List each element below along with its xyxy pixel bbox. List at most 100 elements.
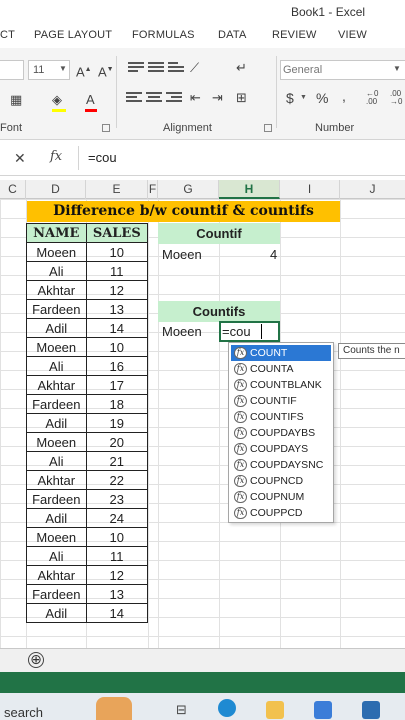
- table-cell-sales[interactable]: 22: [85, 470, 149, 490]
- table-cell-name[interactable]: Moeen: [26, 527, 87, 547]
- table-cell-sales[interactable]: 18: [85, 394, 149, 414]
- task-view-icon[interactable]: ⊟: [176, 702, 187, 718]
- comma-style-icon[interactable]: ,: [342, 88, 346, 104]
- column-header-e[interactable]: E: [86, 180, 148, 199]
- table-cell-name[interactable]: Ali: [26, 356, 87, 376]
- countifs-label[interactable]: Countifs: [158, 301, 280, 322]
- table-cell-name[interactable]: Adil: [26, 413, 87, 433]
- countif-name-cell[interactable]: Moeen: [162, 245, 202, 264]
- autocomplete-item[interactable]: fx COUPPCD: [231, 505, 331, 521]
- table-cell-sales[interactable]: 14: [85, 318, 149, 338]
- autocomplete-item[interactable]: fx COUPDAYSNC: [231, 457, 331, 473]
- table-cell-sales[interactable]: 14: [85, 603, 149, 623]
- tab-review[interactable]: REVIEW: [272, 29, 317, 41]
- font-dialog-launcher[interactable]: [102, 124, 110, 132]
- table-cell-name[interactable]: Moeen: [26, 337, 87, 357]
- alignment-dialog-launcher[interactable]: [264, 124, 272, 132]
- table-cell-name[interactable]: Adil: [26, 508, 87, 528]
- countifs-name-cell[interactable]: Moeen: [162, 322, 202, 341]
- title-banner[interactable]: Difference b/w countif & countifs: [27, 201, 340, 222]
- table-cell-name[interactable]: Akhtar: [26, 375, 87, 395]
- autocomplete-item[interactable]: fx COUPNCD: [231, 473, 331, 489]
- align-bottom-icon[interactable]: [168, 62, 184, 76]
- table-cell-name[interactable]: Ali: [26, 451, 87, 471]
- align-left-icon[interactable]: [126, 92, 142, 106]
- table-cell-name[interactable]: Fardeen: [26, 394, 87, 414]
- table-cell-name[interactable]: Adil: [26, 603, 87, 623]
- increase-decimal-icon[interactable]: ←0.00: [366, 90, 378, 106]
- table-cell-sales[interactable]: 12: [85, 280, 149, 300]
- autocomplete-item[interactable]: fx COUNTIF: [231, 393, 331, 409]
- table-cell-name[interactable]: Akhtar: [26, 565, 87, 585]
- autocomplete-item[interactable]: fx COUNT: [231, 345, 331, 361]
- column-header-d[interactable]: D: [26, 180, 86, 199]
- align-middle-icon[interactable]: [148, 62, 164, 76]
- autocomplete-item[interactable]: fx COUNTBLANK: [231, 377, 331, 393]
- table-cell-sales[interactable]: 10: [85, 527, 149, 547]
- number-format-box[interactable]: General ▼: [280, 60, 405, 80]
- autocomplete-item[interactable]: fx COUNTA: [231, 361, 331, 377]
- wrap-text-icon[interactable]: ↵: [236, 60, 247, 76]
- table-cell-name[interactable]: Fardeen: [26, 489, 87, 509]
- table-cell-name[interactable]: Ali: [26, 546, 87, 566]
- insert-function-icon[interactable]: fx: [50, 149, 62, 164]
- table-cell-name[interactable]: Fardeen: [26, 299, 87, 319]
- edge-browser-icon[interactable]: [218, 699, 236, 717]
- table-cell-sales[interactable]: 13: [85, 299, 149, 319]
- column-header-j[interactable]: J: [340, 180, 405, 199]
- table-cell-sales[interactable]: 20: [85, 432, 149, 452]
- table-cell-sales[interactable]: 10: [85, 242, 149, 262]
- store-icon[interactable]: [314, 701, 332, 719]
- autocomplete-item[interactable]: fx COUPDAYBS: [231, 425, 331, 441]
- decrease-indent-icon[interactable]: ⇤: [190, 90, 201, 106]
- table-cell-sales[interactable]: 13: [85, 584, 149, 604]
- add-sheet-button[interactable]: ⊕: [28, 652, 44, 668]
- table-cell-sales[interactable]: 11: [85, 261, 149, 281]
- table-cell-sales[interactable]: 19: [85, 413, 149, 433]
- column-header-c[interactable]: C: [0, 180, 26, 199]
- countif-result-cell[interactable]: 4: [270, 245, 277, 264]
- file-explorer-icon[interactable]: [266, 701, 284, 719]
- autocomplete-item[interactable]: fx COUPDAYS: [231, 441, 331, 457]
- table-cell-sales[interactable]: 16: [85, 356, 149, 376]
- borders-icon[interactable]: ▦: [10, 92, 22, 108]
- table-cell-name[interactable]: Akhtar: [26, 280, 87, 300]
- table-header-sales[interactable]: SALES: [85, 223, 149, 243]
- table-cell-sales[interactable]: 11: [85, 546, 149, 566]
- column-header-i[interactable]: I: [280, 180, 340, 199]
- table-cell-sales[interactable]: 17: [85, 375, 149, 395]
- active-cell[interactable]: =cou: [219, 321, 280, 342]
- table-cell-name[interactable]: Moeen: [26, 242, 87, 262]
- autocomplete-item[interactable]: fx COUNTIFS: [231, 409, 331, 425]
- font-size-box[interactable]: 11 ▼: [28, 60, 70, 80]
- decrease-decimal-icon[interactable]: .00 →0: [390, 90, 402, 106]
- table-cell-sales[interactable]: 10: [85, 337, 149, 357]
- autocomplete-item[interactable]: fx COUPNUM: [231, 489, 331, 505]
- cancel-icon[interactable]: ✕: [14, 150, 26, 167]
- table-cell-name[interactable]: Fardeen: [26, 584, 87, 604]
- align-center-icon[interactable]: [146, 92, 162, 106]
- currency-icon[interactable]: $: [286, 90, 294, 106]
- column-header-f[interactable]: F: [148, 180, 158, 199]
- countif-label[interactable]: Countif: [158, 223, 280, 244]
- table-cell-sales[interactable]: 23: [85, 489, 149, 509]
- tab-insert[interactable]: CT: [0, 29, 15, 41]
- fill-color-icon[interactable]: ◈: [52, 92, 62, 108]
- percent-icon[interactable]: %: [316, 90, 328, 106]
- column-header-g[interactable]: G: [158, 180, 219, 199]
- tab-page-layout[interactable]: PAGE LAYOUT: [34, 29, 112, 41]
- tab-data[interactable]: DATA: [218, 29, 247, 41]
- increase-indent-icon[interactable]: ⇥: [212, 90, 223, 106]
- align-right-icon[interactable]: [166, 92, 182, 106]
- table-cell-name[interactable]: Adil: [26, 318, 87, 338]
- table-cell-sales[interactable]: 24: [85, 508, 149, 528]
- tab-formulas[interactable]: FORMULAS: [132, 29, 195, 41]
- font-name-box[interactable]: [0, 60, 24, 80]
- table-cell-sales[interactable]: 21: [85, 451, 149, 471]
- table-cell-name[interactable]: Moeen: [26, 432, 87, 452]
- table-cell-sales[interactable]: 12: [85, 565, 149, 585]
- align-top-icon[interactable]: [128, 62, 144, 76]
- tab-view[interactable]: VIEW: [338, 29, 367, 41]
- taskbar-search[interactable]: search: [4, 705, 43, 720]
- decrease-font-icon[interactable]: A▼: [98, 62, 114, 80]
